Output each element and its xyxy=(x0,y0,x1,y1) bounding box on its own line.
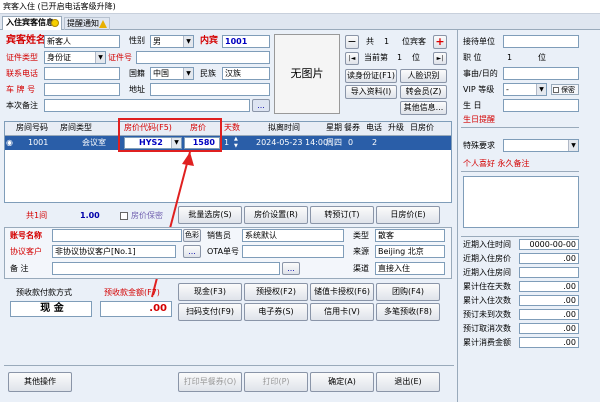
agreement-find-button[interactable]: ... xyxy=(183,245,201,258)
multi-deposit-button[interactable]: 多笔预收(F8) xyxy=(376,303,440,321)
to-booking-button[interactable]: 转预订(T) xyxy=(310,206,374,224)
ota-input[interactable] xyxy=(242,245,344,258)
ota-label: OTA单号 xyxy=(207,247,240,256)
confirm-button[interactable]: 确定(A) xyxy=(310,372,374,392)
deposit-method-input[interactable]: 现 金 xyxy=(10,301,92,317)
type-input[interactable]: 散客 xyxy=(375,229,445,242)
cash-button[interactable]: 现金(F3) xyxy=(178,283,242,301)
footer-divider xyxy=(4,365,454,366)
exit-button[interactable]: 退出(E) xyxy=(376,372,440,392)
agreement-input[interactable]: 非协议协议客户[No.1] xyxy=(52,245,176,258)
arrow-annotation xyxy=(151,151,194,298)
account-remark-label: 备 注 xyxy=(10,264,29,273)
account-remark-input[interactable] xyxy=(52,262,280,275)
sales-input[interactable]: 系统默认 xyxy=(242,229,344,242)
pre-auth-button[interactable]: 预授权(F2) xyxy=(244,283,308,301)
credit-card-button[interactable]: 信用卡(V) xyxy=(310,303,374,321)
scan-pay-button[interactable]: 扫码支付(F9) xyxy=(178,303,242,321)
group-buy-button[interactable]: 团购(F4) xyxy=(376,283,440,301)
other-ops-button[interactable]: 其他操作 xyxy=(8,372,72,392)
print-breakfast-button[interactable]: 打印早餐券(O) xyxy=(178,372,242,392)
sales-label: 销售员 xyxy=(207,231,231,240)
batch-select-button[interactable]: 批量选房(S) xyxy=(178,206,242,224)
summary-amount: 1.00 xyxy=(80,211,100,220)
color-button[interactable]: 色彩 xyxy=(183,229,201,242)
deposit-amount-input[interactable]: .00 xyxy=(100,301,172,317)
source-label: 来源 xyxy=(353,247,369,256)
e-coupon-button[interactable]: 电子券(S) xyxy=(244,303,308,321)
channel-input[interactable]: 直接入住 xyxy=(375,262,445,275)
deposit-method-label: 预收款付款方式 xyxy=(16,288,72,297)
deposit-amount-label: 预收款金额(F7) xyxy=(104,288,160,297)
account-remark-more-button[interactable]: ... xyxy=(282,262,300,275)
price-secret-checkbox[interactable] xyxy=(120,212,128,220)
source-input[interactable]: Beijing 北京 xyxy=(375,245,445,258)
day-rate-button[interactable]: 日房价(E) xyxy=(376,206,440,224)
price-setting-button[interactable]: 房价设置(R) xyxy=(244,206,308,224)
stored-card-auth-button[interactable]: 储值卡授权(F6) xyxy=(310,283,374,301)
price-secret-label: 房价保密 xyxy=(131,211,163,220)
print-button[interactable]: 打印(P) xyxy=(244,372,308,392)
account-input[interactable] xyxy=(52,229,182,242)
channel-label: 渠道 xyxy=(353,264,369,273)
agreement-label: 协议客户 xyxy=(10,247,42,256)
summary-count: 共1间 xyxy=(26,211,48,220)
account-label: 账号名称 xyxy=(10,231,42,240)
type-label: 类型 xyxy=(353,231,369,240)
